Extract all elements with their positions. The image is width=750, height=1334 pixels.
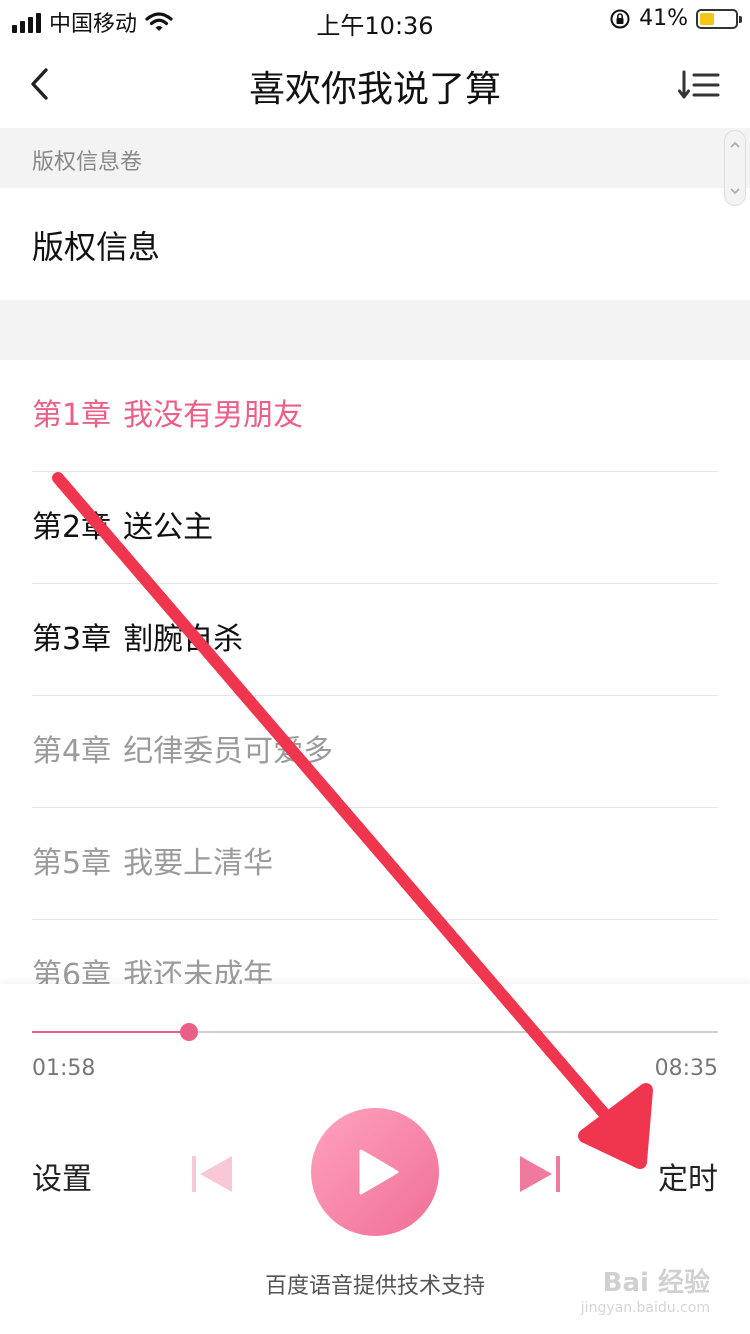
chapter-number: 第4章: [32, 734, 112, 769]
sort-list-icon[interactable]: [678, 66, 722, 106]
volume-header: 版权信息卷: [0, 128, 750, 188]
chapter-list: 第1章 我没有男朋友 第2章 送公主 第3章 割腕自杀 第4章 纪律委员可爱多 第5章我…: [32, 360, 718, 1032]
chapter-title: 我没有男朋友: [123, 398, 304, 433]
next-icon[interactable]: [516, 1152, 564, 1196]
play-icon: [359, 1149, 399, 1195]
scroll-down-icon: [730, 188, 740, 195]
section-divider: [0, 300, 750, 360]
battery-icon: [696, 8, 742, 29]
watermark-logo: Bai 经验: [602, 1268, 710, 1298]
status-bar: 中国移动 上午10:36 41%: [0, 0, 750, 40]
elapsed-time: 01:58: [32, 1056, 96, 1081]
chapter-title: 割腕自杀: [123, 622, 244, 657]
progress-bar[interactable]: [32, 1023, 718, 1041]
chapter-item-3[interactable]: 第3章 割腕自杀: [32, 584, 718, 696]
settings-button[interactable]: 设置: [32, 1154, 92, 1198]
previous-icon[interactable]: [188, 1152, 236, 1196]
nav-bar: 喜欢你我说了算: [0, 40, 750, 128]
progress-fill: [32, 1031, 190, 1033]
status-right: 41%: [609, 6, 742, 31]
chapter-title: 纪律委员可爱多: [123, 734, 334, 769]
copyright-item[interactable]: 版权信息: [32, 222, 160, 268]
battery-percent: 41%: [639, 6, 688, 31]
watermark-url: jingyan.baidu.com: [580, 1300, 710, 1316]
rotation-lock-icon: [610, 9, 630, 28]
scroll-up-icon: [730, 141, 740, 148]
chapter-number: 第3章: [32, 622, 112, 657]
chapter-number: 第5章: [32, 846, 112, 881]
progress-handle[interactable]: [180, 1023, 199, 1041]
page-title: 喜欢你我说了算: [248, 69, 501, 110]
chapter-item-5[interactable]: 第5章 我要上清华: [32, 808, 718, 920]
play-button[interactable]: [311, 1108, 439, 1236]
chapter-number: 第2章: [32, 510, 112, 545]
timer-button[interactable]: 定时: [658, 1154, 718, 1198]
total-time: 08:35: [654, 1056, 718, 1081]
chapter-item-1[interactable]: 第1章 我没有男朋友: [32, 360, 718, 472]
chapter-number: 第1章: [32, 398, 112, 433]
chapter-title: 送公主: [123, 510, 214, 545]
scrollbar-thumb[interactable]: [724, 130, 746, 206]
chapter-item-2[interactable]: 第2章 送公主: [32, 472, 718, 584]
chapter-item-4[interactable]: 第4章 纪律委员可爱多: [32, 696, 718, 808]
chapter-title: 我要上清华: [123, 846, 274, 881]
